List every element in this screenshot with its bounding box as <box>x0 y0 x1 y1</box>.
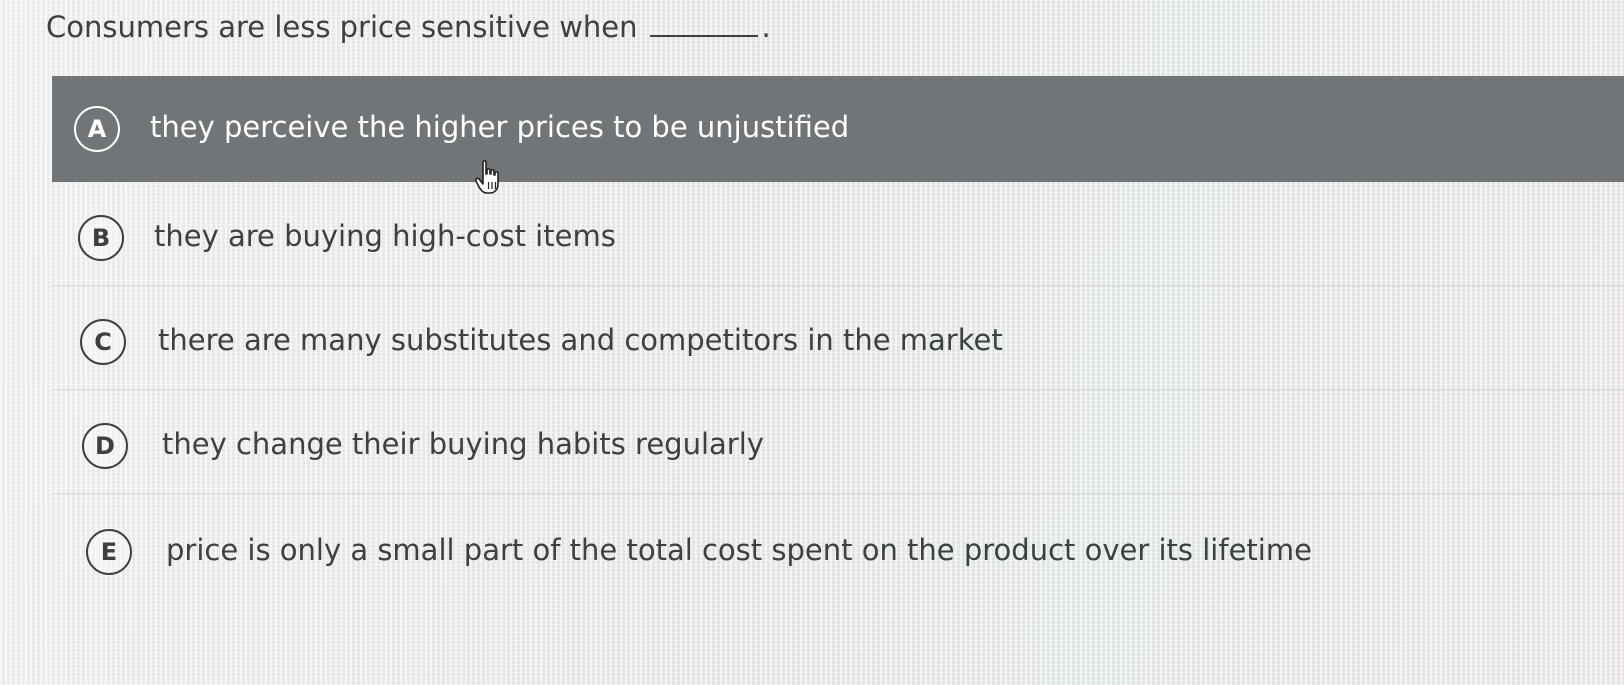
option-a-text: they perceive the higher prices to be un… <box>150 110 850 144</box>
option-d[interactable]: D they change their buying habits regula… <box>52 390 1624 494</box>
question-text-container: Consumers are less price sensitive when. <box>46 10 771 44</box>
question-text: Consumers are less price sensitive when <box>46 10 638 44</box>
option-c[interactable]: C there are many substitutes and competi… <box>52 286 1624 390</box>
answer-options-list: A they perceive the higher prices to be … <box>52 76 1624 600</box>
hand-pointer-icon <box>474 160 499 194</box>
option-a-letter-badge: A <box>74 106 120 152</box>
option-d-text: they change their buying habits regularl… <box>162 427 764 461</box>
option-e-letter-badge: E <box>86 529 132 575</box>
option-b-letter-badge: B <box>78 215 124 261</box>
question-end-mark: . <box>761 10 771 44</box>
option-c-text: there are many substitutes and competito… <box>158 323 1003 357</box>
option-c-letter-badge: C <box>80 319 126 365</box>
answer-blank <box>649 13 758 37</box>
option-a[interactable]: A they perceive the higher prices to be … <box>52 76 1624 182</box>
option-e[interactable]: E price is only a small part of the tota… <box>52 494 1624 600</box>
option-b[interactable]: B they are buying high-cost items <box>52 182 1624 286</box>
option-e-text: price is only a small part of the total … <box>166 533 1312 567</box>
option-d-letter-badge: D <box>82 423 128 469</box>
option-b-text: they are buying high-cost items <box>154 219 616 253</box>
